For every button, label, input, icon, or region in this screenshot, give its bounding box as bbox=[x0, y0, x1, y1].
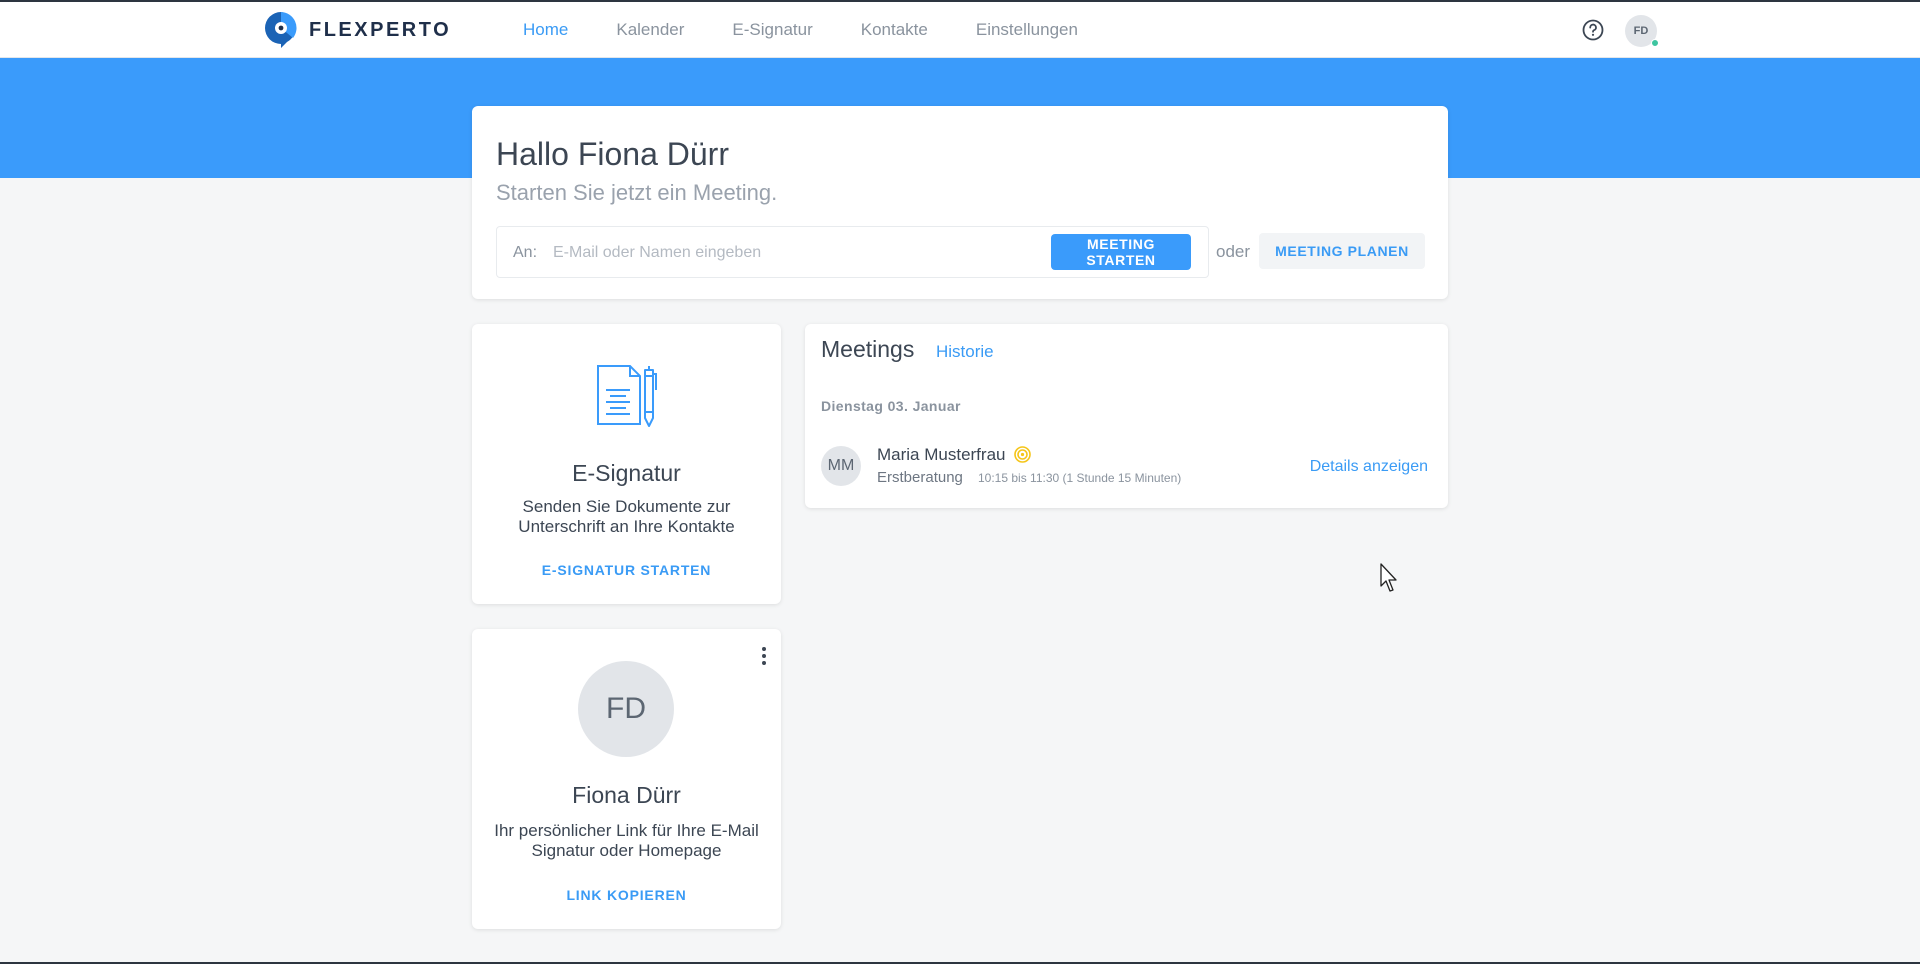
meeting-invite-box: An: MEETING STARTEN bbox=[496, 226, 1209, 278]
meetings-card: Meetings Historie Dienstag 03. Januar MM… bbox=[805, 324, 1448, 508]
esignatur-description: Senden Sie Dokumente zur Unterschrift an… bbox=[484, 497, 769, 537]
nav-e-signatur[interactable]: E-Signatur bbox=[732, 20, 812, 40]
top-navbar: FLEXPERTO Home Kalender E-Signatur Konta… bbox=[0, 2, 1920, 58]
start-meeting-button[interactable]: MEETING STARTEN bbox=[1051, 234, 1191, 270]
or-label: oder bbox=[1216, 242, 1251, 261]
profile-name: Fiona Dürr bbox=[572, 782, 681, 808]
esignatur-desc-line: Unterschrift an Ihre Kontakte bbox=[518, 517, 735, 536]
brand-name: FLEXPERTO bbox=[309, 18, 452, 41]
kebab-dot bbox=[762, 654, 766, 658]
to-label: An: bbox=[513, 244, 538, 261]
kebab-dot bbox=[762, 647, 766, 651]
meeting-date-heading: Dienstag 03. Januar bbox=[821, 398, 961, 414]
welcome-card: Hallo Fiona Dürr Starten Sie jetzt ein M… bbox=[472, 106, 1448, 299]
welcome-subtitle: Starten Sie jetzt ein Meeting. bbox=[496, 180, 778, 205]
nav-einstellungen[interactable]: Einstellungen bbox=[976, 20, 1078, 40]
meeting-time: 10:15 bis 11:30 (1 Stunde 15 Minuten) bbox=[978, 471, 1182, 485]
nav-home[interactable]: Home bbox=[523, 20, 568, 40]
plan-meeting-button[interactable]: MEETING PLANEN bbox=[1259, 233, 1425, 269]
cursor-icon bbox=[1380, 563, 1397, 592]
meeting-details-link[interactable]: Details anzeigen bbox=[1310, 458, 1428, 476]
profile-description: Ihr persönlicher Link für Ihre E-Mail Si… bbox=[484, 821, 769, 861]
brand-logo[interactable]: FLEXPERTO bbox=[263, 10, 451, 50]
user-avatar[interactable]: FD bbox=[1625, 15, 1659, 47]
profile-avatar: FD bbox=[578, 661, 674, 757]
coin-icon bbox=[1014, 446, 1031, 463]
flexperto-logo-icon bbox=[265, 12, 297, 48]
kebab-dot bbox=[762, 661, 766, 665]
copy-link-button[interactable]: LINK KOPIEREN bbox=[472, 887, 781, 903]
esignatur-card: E-Signatur Senden Sie Dokumente zur Unte… bbox=[472, 324, 781, 604]
meetings-title: Meetings bbox=[821, 336, 915, 362]
meeting-participant-avatar: MM bbox=[821, 446, 861, 486]
participant-initials: MM bbox=[827, 457, 855, 474]
meeting-type: Erstberatung bbox=[877, 469, 963, 486]
nav-kalender[interactable]: Kalender bbox=[616, 20, 684, 40]
main-nav: Home Kalender E-Signatur Kontakte Einste… bbox=[523, 2, 1126, 58]
participant-name: Maria Musterfrau bbox=[877, 445, 1006, 464]
online-status-dot bbox=[1651, 39, 1659, 47]
user-initials: FD bbox=[1633, 25, 1649, 37]
profile-desc-line: Ihr persönlicher Link für Ihre E-Mail bbox=[494, 821, 759, 840]
page-title: Hallo Fiona Dürr bbox=[496, 136, 729, 172]
profile-desc-line: Signatur oder Homepage bbox=[531, 841, 722, 860]
history-link[interactable]: Historie bbox=[936, 342, 994, 362]
start-esignatur-link[interactable]: E-SIGNATUR STARTEN bbox=[472, 562, 781, 578]
document-pen-icon bbox=[597, 365, 657, 427]
help-icon[interactable] bbox=[1582, 19, 1604, 41]
profile-initials: FD bbox=[606, 692, 646, 725]
invitee-input[interactable] bbox=[553, 237, 1013, 269]
profile-card: FD Fiona Dürr Ihr persönlicher Link für … bbox=[472, 629, 781, 929]
esignatur-title: E-Signatur bbox=[572, 460, 681, 486]
nav-kontakte[interactable]: Kontakte bbox=[861, 20, 928, 40]
esignatur-desc-line: Senden Sie Dokumente zur bbox=[522, 497, 731, 516]
kebab-menu-icon[interactable] bbox=[761, 647, 767, 667]
